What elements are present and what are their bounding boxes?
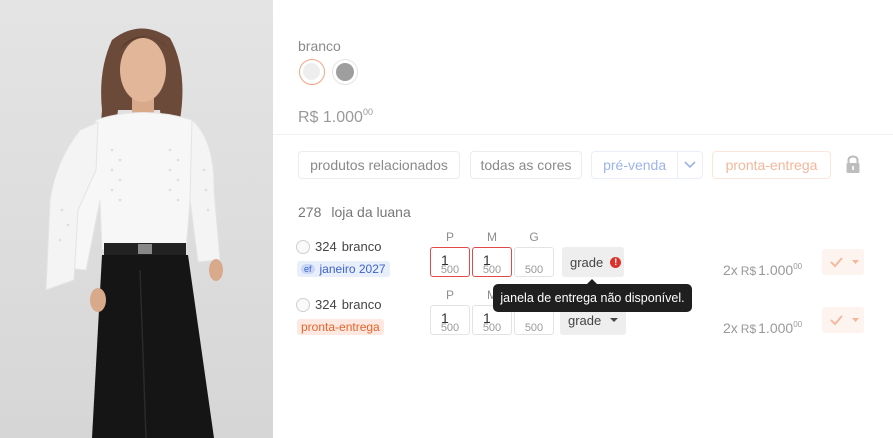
- item-code: 324: [315, 297, 337, 312]
- delivery-tooltip: janela de entrega não disponível.: [493, 279, 692, 312]
- product-price: R$ 1.00000: [298, 107, 373, 127]
- pre-sale-label: pré-venda: [603, 157, 667, 173]
- price-main: R$ 1.000: [298, 109, 363, 126]
- item-radio[interactable]: [296, 239, 310, 254]
- store-heading: 278 loja da luana: [298, 204, 411, 220]
- price-cents: 00: [362, 107, 373, 117]
- stock-value: 500: [482, 264, 502, 276]
- order-item-2[interactable]: 324 branco: [296, 297, 381, 312]
- stock-value: 500: [524, 264, 544, 276]
- size-header-p: P: [445, 288, 454, 302]
- delivery-type-tag: pronta-entrega: [297, 319, 384, 335]
- item-total: 2x R$ 1.00000: [723, 320, 802, 336]
- order-item-1[interactable]: 324 branco: [296, 239, 381, 254]
- delivery-window-tag: ef janeiro 2027: [297, 261, 390, 277]
- divider: [273, 134, 893, 135]
- qty-input-m[interactable]: 1 500: [472, 247, 512, 277]
- item-color: branco: [341, 239, 382, 254]
- size-header-g: G: [529, 230, 539, 244]
- ready-delivery-button[interactable]: pronta-entrega: [712, 151, 831, 179]
- caret-down-icon: [610, 318, 619, 322]
- installments: 2x: [723, 320, 738, 336]
- qty-input-p[interactable]: 1 500: [430, 305, 470, 335]
- amount: 1.000: [758, 262, 794, 278]
- confirm-button[interactable]: [822, 307, 864, 333]
- grade-label: grade: [570, 254, 604, 270]
- item-color: branco: [341, 297, 382, 312]
- store-name: loja da luana: [331, 204, 411, 220]
- stock-value: 500: [440, 264, 460, 276]
- cents: 00: [793, 320, 803, 329]
- product-panel: branco R$ 1.00000 produtos relacionados …: [273, 0, 893, 438]
- qty-input-g[interactable]: 500: [514, 247, 554, 277]
- all-colors-button[interactable]: todas as cores: [470, 151, 582, 179]
- grade-label: grade: [568, 312, 602, 328]
- chevron-down-icon[interactable]: [677, 152, 702, 178]
- stock-value: 500: [482, 322, 502, 334]
- alert-icon[interactable]: !: [610, 256, 622, 268]
- confirm-button[interactable]: [822, 249, 864, 275]
- swatch-gray[interactable]: [332, 59, 358, 85]
- check-icon: [830, 315, 859, 326]
- amount: 1.000: [758, 320, 794, 336]
- stock-value: 500: [524, 322, 544, 334]
- product-photo: [0, 0, 273, 438]
- check-icon: [830, 257, 859, 268]
- cents: 00: [793, 262, 803, 271]
- currency: R$: [740, 322, 757, 336]
- qty-input-p[interactable]: 1 500: [430, 247, 470, 277]
- lock-icon[interactable]: [840, 152, 866, 178]
- stock-value: 500: [440, 322, 460, 334]
- item-code: 324: [315, 239, 337, 254]
- installments: 2x: [723, 262, 738, 278]
- swatch-white[interactable]: [299, 59, 325, 85]
- tag-prefix: ef: [301, 264, 315, 274]
- item-total: 2x R$ 1.00000: [723, 262, 802, 278]
- color-label: branco: [298, 38, 341, 54]
- delivery-window-label: janeiro 2027: [319, 262, 386, 276]
- currency: R$: [740, 264, 757, 278]
- size-header-p: P: [445, 230, 454, 244]
- related-products-button[interactable]: produtos relacionados: [298, 151, 460, 179]
- item-radio[interactable]: [296, 297, 310, 312]
- grade-button[interactable]: grade !: [562, 247, 624, 277]
- store-number: 278: [298, 204, 322, 220]
- pre-sale-dropdown[interactable]: pré-venda: [591, 151, 703, 179]
- size-header-m: M: [487, 230, 497, 244]
